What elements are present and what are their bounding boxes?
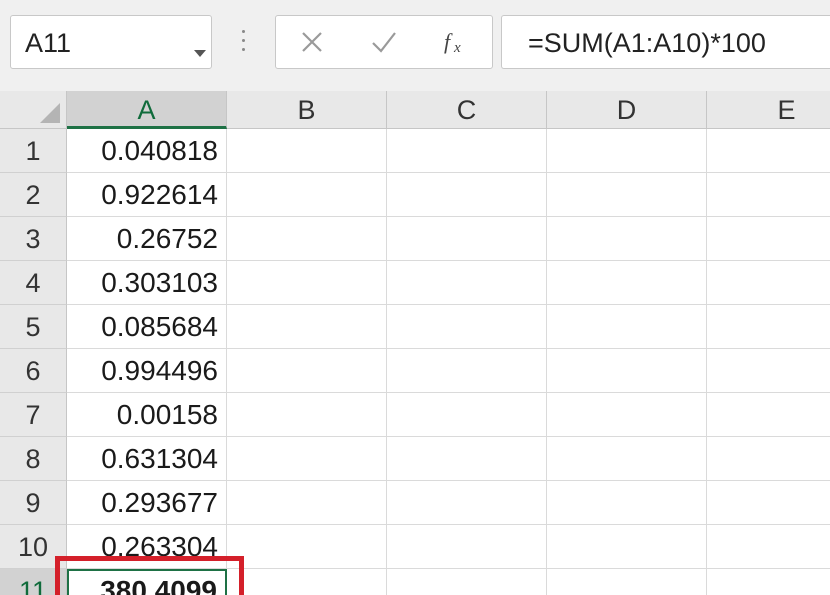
cell-e4[interactable] <box>707 261 830 305</box>
row-header-7[interactable]: 7 <box>0 393 67 437</box>
cell-b3[interactable] <box>227 217 387 261</box>
function-icon: f x <box>444 29 461 56</box>
row-header-9[interactable]: 9 <box>0 481 67 525</box>
cell-e8[interactable] <box>707 437 830 481</box>
cell-b5[interactable] <box>227 305 387 349</box>
chevron-down-icon[interactable] <box>194 50 206 57</box>
cell-e10[interactable] <box>707 525 830 569</box>
cell-e1[interactable] <box>707 129 830 173</box>
cell-c8[interactable] <box>387 437 547 481</box>
column-header-d[interactable]: D <box>547 91 707 129</box>
cell-e6[interactable] <box>707 349 830 393</box>
cell-c11[interactable] <box>387 569 547 595</box>
cell-d6[interactable] <box>547 349 707 393</box>
cell-a2[interactable]: 0.922614 <box>67 173 227 217</box>
cell-e7[interactable] <box>707 393 830 437</box>
cell-e11[interactable] <box>707 569 830 595</box>
cell-c9[interactable] <box>387 481 547 525</box>
cell-a9[interactable]: 0.293677 <box>67 481 227 525</box>
row-header-5[interactable]: 5 <box>0 305 67 349</box>
row-header-10[interactable]: 10 <box>0 525 67 569</box>
row-header-3[interactable]: 3 <box>0 217 67 261</box>
formula-buttons: f x <box>275 15 493 69</box>
cell-b6[interactable] <box>227 349 387 393</box>
row-header-1[interactable]: 1 <box>0 129 67 173</box>
row-header-8[interactable]: 8 <box>0 437 67 481</box>
cell-d2[interactable] <box>547 173 707 217</box>
cell-a3[interactable]: 0.26752 <box>67 217 227 261</box>
select-all-button[interactable] <box>0 91 67 129</box>
cell-c2[interactable] <box>387 173 547 217</box>
cell-c5[interactable] <box>387 305 547 349</box>
row-header-6[interactable]: 6 <box>0 349 67 393</box>
formula-input[interactable]: =SUM(A1:A10)*100 <box>501 15 830 69</box>
select-all-icon <box>40 103 60 123</box>
cell-a6[interactable]: 0.994496 <box>67 349 227 393</box>
enter-button[interactable] <box>354 16 414 68</box>
cell-e3[interactable] <box>707 217 830 261</box>
row-header-2[interactable]: 2 <box>0 173 67 217</box>
cell-b8[interactable] <box>227 437 387 481</box>
cell-a8[interactable]: 0.631304 <box>67 437 227 481</box>
cell-b2[interactable] <box>227 173 387 217</box>
column-header-a[interactable]: A <box>67 91 227 129</box>
cell-d1[interactable] <box>547 129 707 173</box>
close-icon <box>302 32 322 52</box>
cell-d8[interactable] <box>547 437 707 481</box>
cell-a1[interactable]: 0.040818 <box>67 129 227 173</box>
cell-a10[interactable]: 0.263304 <box>67 525 227 569</box>
name-box[interactable]: A11 <box>10 15 212 69</box>
cell-d11[interactable] <box>547 569 707 595</box>
more-options-icon[interactable] <box>242 30 245 54</box>
column-header-e[interactable]: E <box>707 91 830 129</box>
cell-a11[interactable]: 380.4099 <box>67 569 227 595</box>
cell-c1[interactable] <box>387 129 547 173</box>
cell-a4[interactable]: 0.303103 <box>67 261 227 305</box>
cancel-button[interactable] <box>282 16 342 68</box>
svg-text:x: x <box>453 40 461 56</box>
insert-function-button[interactable]: f x <box>426 16 486 68</box>
name-box-value: A11 <box>25 28 72 58</box>
cell-b7[interactable] <box>227 393 387 437</box>
column-header-b[interactable]: B <box>227 91 387 129</box>
formula-text: =SUM(A1:A10)*100 <box>528 28 766 58</box>
cell-c10[interactable] <box>387 525 547 569</box>
row-header-4[interactable]: 4 <box>0 261 67 305</box>
cell-d9[interactable] <box>547 481 707 525</box>
cell-a7[interactable]: 0.00158 <box>67 393 227 437</box>
cell-b9[interactable] <box>227 481 387 525</box>
check-icon <box>372 32 396 53</box>
cell-d4[interactable] <box>547 261 707 305</box>
cell-e5[interactable] <box>707 305 830 349</box>
cell-e2[interactable] <box>707 173 830 217</box>
cell-b11[interactable] <box>227 569 387 595</box>
cell-d10[interactable] <box>547 525 707 569</box>
cell-c6[interactable] <box>387 349 547 393</box>
cell-b10[interactable] <box>227 525 387 569</box>
cell-d7[interactable] <box>547 393 707 437</box>
cell-d3[interactable] <box>547 217 707 261</box>
cell-e9[interactable] <box>707 481 830 525</box>
cell-c7[interactable] <box>387 393 547 437</box>
spreadsheet-grid: A B C D E 1 0.040818 2 0.922614 3 0.26752 4 0.303103… <box>0 91 830 595</box>
formula-bar-area: A11 f x =SUM(A1:A10)*100 <box>0 0 830 91</box>
cell-c3[interactable] <box>387 217 547 261</box>
cell-b1[interactable] <box>227 129 387 173</box>
cell-b4[interactable] <box>227 261 387 305</box>
cell-a5[interactable]: 0.085684 <box>67 305 227 349</box>
column-header-c[interactable]: C <box>387 91 547 129</box>
row-header-11[interactable]: 11 <box>0 569 67 595</box>
svg-text:f: f <box>444 29 453 54</box>
cell-d5[interactable] <box>547 305 707 349</box>
cell-c4[interactable] <box>387 261 547 305</box>
